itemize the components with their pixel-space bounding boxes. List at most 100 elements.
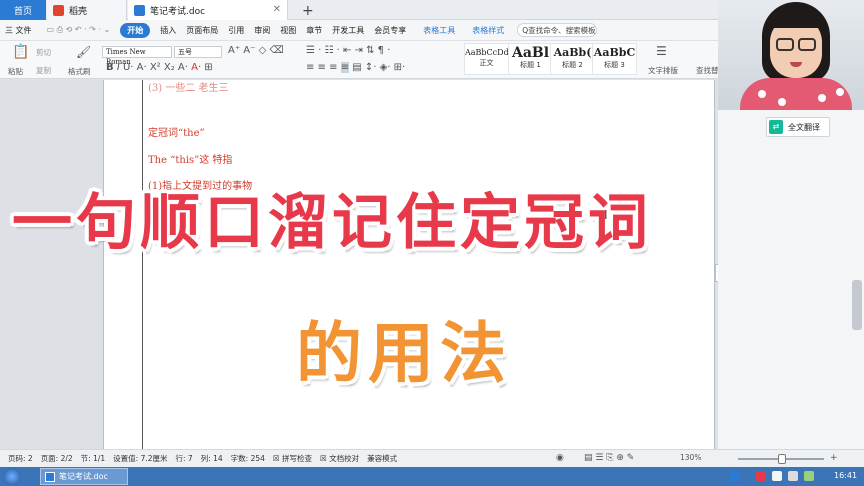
overlay-title-line2: 的用法 (295, 314, 512, 394)
status-page-number: 页码: 2 (8, 454, 33, 463)
eye-protect-icon[interactable]: ◉ (556, 453, 564, 463)
view-mode-icons[interactable]: ▤ ☰ ⎘ ⊕ ✎ (584, 453, 634, 463)
status-column: 列: 14 (200, 454, 223, 463)
status-setting: 设置值: 7.2厘米 (113, 454, 168, 463)
presenter-sweater (740, 78, 852, 110)
menu-table-tools[interactable]: 表格工具 (423, 25, 455, 36)
style-heading-1[interactable]: AaBl 标题 1 (508, 43, 553, 75)
text-layout-icon[interactable]: ☰ (656, 44, 667, 58)
sweater-dot (818, 94, 826, 102)
presenter-bangs (768, 8, 824, 28)
status-word-count[interactable]: 字数: 254 (231, 453, 265, 464)
taskbar-clock: 16:41 (834, 471, 858, 480)
text-layout-button[interactable]: 文字排版 (648, 65, 678, 76)
menu-bar: 三 文件 ▭ ⎙ ⟲ ↶ · ↷ · ⌄ 开始 插入 页面布局 引用 审阅 视图… (0, 20, 718, 41)
cut-button[interactable]: 剪切 (36, 47, 51, 58)
doc-line-1: 定冠词“the” (148, 128, 205, 139)
style-normal-name: 正文 (479, 59, 494, 67)
paste-icon[interactable]: 📋 (12, 44, 29, 60)
menu-review[interactable]: 审阅 (254, 25, 270, 36)
translate-icon: ⇄ (769, 120, 783, 134)
doc-line-partial: (3) 一些二 老生三 (148, 83, 229, 94)
style-normal[interactable]: AaBbCcDd 正文 (464, 43, 509, 75)
compat-mode-label: 兼容模式 (367, 454, 398, 463)
doc-line-2: The “this”这 特指 (148, 155, 233, 166)
menu-page-layout[interactable]: 页面布局 (186, 25, 218, 36)
menu-member[interactable]: 会员专享 (374, 25, 406, 36)
spell-check-label: 拼写检查 (282, 454, 312, 463)
menu-insert[interactable]: 插入 (160, 25, 176, 36)
tray-ime-icon[interactable] (756, 471, 766, 481)
zoom-in-icon[interactable]: + (830, 453, 838, 463)
menu-start[interactable]: 开始 (120, 22, 151, 38)
status-pages: 页面: 2/2 (40, 454, 73, 463)
sweater-dot (836, 88, 844, 96)
status-bar: 页码: 2 页面: 2/2 节: 1/1 设置值: 7.2厘米 行: 7 列: … (0, 449, 864, 467)
format-painter-button[interactable]: 格式刷 (68, 66, 91, 77)
webcam-presenter (718, 0, 864, 110)
tab-document-label: 笔记考试.doc (150, 6, 206, 17)
style-heading-1-name: 标题 1 (520, 61, 541, 69)
ribbon: 📋 粘贴 剪切 复制 🖌 格式刷 Times New Roman 五号 A⁺ A… (0, 41, 719, 79)
style-heading-3-sample: AaBbC (593, 46, 636, 59)
search-placeholder: Q查找命令、搜索模板 (522, 25, 596, 35)
tray-speaker-icon[interactable] (788, 471, 798, 481)
format-painter-icon[interactable]: 🖌 (76, 45, 91, 59)
vertical-scrollbar[interactable] (852, 280, 862, 330)
style-heading-3[interactable]: AaBbC 标题 3 (592, 43, 637, 75)
sweater-dot (758, 90, 766, 98)
tray-app-icon[interactable] (772, 471, 782, 481)
style-heading-1-sample: AaBl (511, 45, 550, 61)
tab-daoke[interactable]: 稻壳 (47, 0, 127, 20)
sweater-dot (778, 98, 786, 106)
zoom-level[interactable]: 130% (680, 453, 701, 462)
tab-home[interactable]: 首页 (0, 0, 46, 20)
glasses-right (798, 38, 816, 51)
font-size-select[interactable]: 五号 (174, 46, 222, 58)
full-translate-label: 全文翻译 (788, 122, 820, 132)
tab-daoke-label: 稻壳 (69, 6, 88, 17)
align-icons[interactable]: ≡ ≡ ≡ ≡ ▤ ↕· ◈· ⊞· (306, 62, 405, 73)
search-input[interactable]: Q查找命令、搜索模板 (517, 23, 598, 37)
font-format-icons[interactable]: B I U· A· X² X₂ A· A· ⊞ (106, 62, 213, 73)
font-name-select[interactable]: Times New Roman (102, 46, 172, 66)
menu-file[interactable]: 三 文件 (5, 25, 32, 36)
menu-references[interactable]: 引用 (228, 25, 244, 36)
style-heading-3-name: 标题 3 (604, 61, 625, 69)
daoke-icon (53, 4, 64, 16)
menu-developer[interactable]: 开发工具 (332, 25, 364, 36)
menu-table-style[interactable]: 表格样式 (472, 25, 504, 36)
left-margin-guide (142, 80, 143, 449)
os-taskbar: 笔记考试.doc 16:41 (0, 467, 864, 486)
paste-button[interactable]: 粘贴 (8, 66, 23, 77)
menu-view[interactable]: 视图 (280, 25, 296, 36)
full-translate-button[interactable]: ⇄ 全文翻译 (766, 117, 830, 137)
status-section: 节: 1/1 (80, 454, 106, 463)
overlay-title-line1: 一句顺口溜记住定冠词 (11, 187, 652, 260)
list-icons[interactable]: ☰ · ☷ · ⇤ ⇥ ⇅ ¶ · (306, 45, 390, 56)
tray-network-icon[interactable] (804, 471, 814, 481)
menu-section[interactable]: 章节 (306, 25, 322, 36)
status-row: 行: 7 (175, 454, 193, 463)
style-heading-2[interactable]: AaBb( 标题 2 (550, 43, 595, 75)
close-tab-icon[interactable]: ✕ (273, 4, 281, 15)
glasses-left (776, 38, 794, 51)
quick-access-icons[interactable]: ▭ ⎙ ⟲ ↶ · ↷ · ⌄ (47, 25, 111, 35)
side-panel (718, 110, 864, 449)
taskbar-app-label: 笔记考试.doc (59, 472, 108, 481)
style-heading-2-name: 标题 2 (562, 61, 583, 69)
zoom-slider-handle[interactable] (778, 454, 786, 464)
copy-button[interactable]: 复制 (36, 65, 51, 76)
proofread-label: 文档校对 (329, 454, 360, 463)
find-replace-button[interactable]: 查找替 (696, 65, 719, 76)
text-cursor-icon: I (604, 208, 608, 222)
tray-du-icon[interactable] (730, 471, 740, 481)
start-button[interactable] (3, 468, 21, 485)
spell-check-button[interactable]: ☒ 拼写检查 (273, 453, 312, 464)
new-tab-button[interactable]: + (296, 1, 314, 21)
tab-document[interactable]: 笔记考试.doc ✕ (128, 0, 288, 20)
proofread-button[interactable]: ☒ 文档校对 (320, 453, 359, 464)
font-grow-shrink-icons[interactable]: A⁺ A⁻ ◇ ⌫ (228, 45, 284, 56)
wps-app-icon (45, 471, 55, 482)
taskbar-app-button[interactable]: 笔记考试.doc (40, 468, 128, 485)
